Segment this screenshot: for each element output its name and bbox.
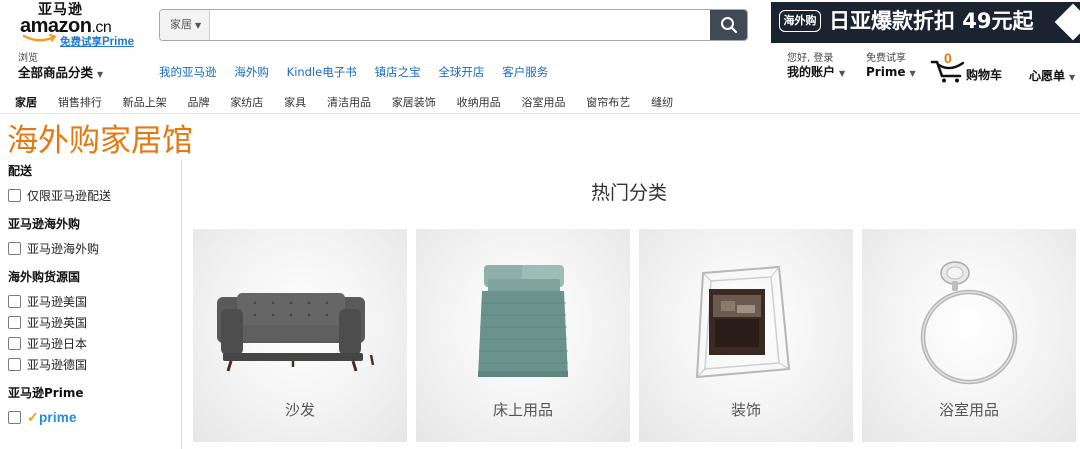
subnav-item-textiles[interactable]: 家纺店 — [230, 96, 263, 109]
promo-arrow-icon — [1054, 3, 1080, 41]
prime-menu[interactable]: 免费试享 Prime ▼ — [866, 53, 916, 81]
account-label: 我的账户 — [787, 65, 836, 79]
nav-link-kindle[interactable]: Kindle电子书 — [287, 65, 357, 79]
wishlist-label: 心愿单 — [1029, 69, 1066, 83]
promo-badge: 海外购 — [779, 10, 821, 32]
category-subnav: 家居 销售排行 新品上架 品牌 家纺店 家具 清洁用品 家居装饰 收纳用品 浴室… — [0, 86, 1080, 114]
checkbox[interactable] — [8, 189, 21, 202]
filter-option-prime[interactable]: ✓prime — [8, 407, 180, 428]
browse-all-categories[interactable]: 浏览 全部商品分类 ▼ — [18, 53, 103, 83]
checkbox[interactable] — [8, 295, 21, 308]
search-bar: 家居 ▼ — [159, 9, 748, 41]
sidebar-divider — [181, 160, 182, 449]
search-button[interactable] — [710, 10, 747, 40]
filter-heading: 海外购货源国 — [8, 270, 81, 284]
subnav-item-sewing[interactable]: 缝纫 — [651, 96, 673, 109]
filter-option-amazon-de[interactable]: 亚马逊德国 — [8, 354, 180, 375]
filter-option-global-store[interactable]: 亚马逊海外购 — [8, 238, 180, 259]
caret-down-icon: ▼ — [839, 69, 846, 78]
subnav-item-bestsellers[interactable]: 销售排行 — [58, 96, 102, 109]
subnav-item-cleaning[interactable]: 清洁用品 — [327, 96, 371, 109]
category-card-bathroom[interactable]: 浴室用品 — [862, 229, 1076, 442]
filter-heading: 亚马逊Prime — [8, 386, 84, 400]
nav-link-global-selling[interactable]: 全球开店 — [438, 65, 484, 79]
checkbox[interactable] — [8, 358, 21, 371]
filter-option-amazon-uk[interactable]: 亚马逊英国 — [8, 312, 180, 333]
prime-trial-link[interactable]: 免费试享Prime — [60, 34, 134, 49]
subnav-item-furniture[interactable]: 家具 — [284, 96, 306, 109]
filter-heading: 配送 — [8, 164, 33, 178]
nav-link-customer-service[interactable]: 客户服务 — [502, 65, 548, 79]
nav-link-my-amazon[interactable]: 我的亚马逊 — [159, 65, 217, 79]
caret-down-icon: ▼ — [97, 70, 104, 79]
subnav-item-home[interactable]: 家居 — [15, 96, 37, 109]
sofa-image — [217, 293, 375, 372]
search-category-dropdown[interactable]: 家居 ▼ — [160, 10, 210, 40]
towel-ring-image — [920, 261, 1018, 385]
filter-group-global-store: 亚马逊海外购 亚马逊海外购 — [8, 216, 180, 259]
filter-option-amazon-jp[interactable]: 亚马逊日本 — [8, 333, 180, 354]
cart-button[interactable]: 0 购物车 — [930, 50, 1010, 83]
checkbox[interactable] — [8, 316, 21, 329]
filter-option-amazon-us[interactable]: 亚马逊美国 — [8, 291, 180, 312]
hot-categories-title: 热门分类 — [591, 182, 668, 204]
amazon-logo[interactable]: 亚马逊 amazon.cn 免费试享Prime — [20, 2, 140, 49]
filter-sidebar: 配送 仅限亚马逊配送 亚马逊海外购 亚马逊海外购 海外购货源国 亚马逊美国 亚马… — [8, 160, 182, 449]
category-label: 床上用品 — [492, 401, 553, 419]
caret-down-icon: ▼ — [195, 21, 202, 30]
subnav-item-storage[interactable]: 收纳用品 — [457, 96, 501, 109]
cart-label: 购物车 — [966, 68, 1003, 82]
filter-group-source-country: 海外购货源国 亚马逊美国 亚马逊英国 亚马逊日本 亚马逊德国 — [8, 269, 180, 375]
subnav-item-bathroom[interactable]: 浴室用品 — [521, 96, 565, 109]
promo-text: 日亚爆款折扣 49元起 — [829, 9, 1034, 33]
category-label: 浴室用品 — [938, 401, 999, 419]
filter-group-shipping: 配送 仅限亚马逊配送 — [8, 163, 180, 206]
category-card-bedding[interactable]: 床上用品 — [416, 229, 630, 442]
checkbox[interactable] — [8, 337, 21, 350]
nav-link-global[interactable]: 海外购 — [234, 65, 269, 79]
subnav-item-new-arrivals[interactable]: 新品上架 — [123, 96, 167, 109]
search-input[interactable] — [211, 10, 711, 40]
checkbox[interactable] — [8, 411, 21, 424]
prime-logo-icon: ✓prime — [27, 409, 77, 425]
cart-count: 0 — [944, 50, 952, 66]
filter-group-prime: 亚马逊Prime ✓prime — [8, 385, 180, 428]
category-label: 沙发 — [284, 401, 315, 419]
subnav-item-curtains[interactable]: 窗帘布艺 — [586, 96, 630, 109]
wishlist-menu[interactable]: 心愿单 ▼ — [1029, 67, 1075, 84]
browse-small-label: 浏览 — [18, 53, 38, 64]
main-nav: 浏览 全部商品分类 ▼ 我的亚马逊 海外购 Kindle电子书 镇店之宝 全球开店… — [0, 50, 1080, 86]
promo-banner[interactable]: 海外购 日亚爆款折扣 49元起 — [771, 2, 1080, 43]
category-label: 装饰 — [730, 401, 761, 419]
nav-links: 我的亚马逊 海外购 Kindle电子书 镇店之宝 全球开店 客户服务 — [159, 64, 562, 80]
smile-arrow-icon — [22, 34, 57, 42]
checkbox[interactable] — [8, 242, 21, 255]
photo-frame-image — [695, 265, 791, 379]
search-category-label: 家居 — [170, 18, 192, 31]
caret-down-icon: ▼ — [909, 69, 916, 78]
category-card-sofa[interactable]: 沙发 — [193, 229, 407, 442]
nav-link-deals[interactable]: 镇店之宝 — [375, 65, 421, 79]
account-menu[interactable]: 您好, 登录 我的账户 ▼ — [787, 53, 845, 81]
page-title: 海外购家居馆 — [7, 123, 193, 159]
filter-heading: 亚马逊海外购 — [8, 217, 81, 231]
search-icon — [720, 17, 737, 34]
bedding-image — [478, 265, 568, 377]
filter-option-fulfilled-by-amazon[interactable]: 仅限亚马逊配送 — [8, 185, 180, 206]
subnav-item-decor[interactable]: 家居装饰 — [392, 96, 436, 109]
caret-down-icon: ▼ — [1069, 73, 1076, 82]
category-card-decor[interactable]: 装饰 — [639, 229, 853, 442]
top-header: 亚马逊 amazon.cn 免费试享Prime 家居 ▼ 海外购 日亚爆款折扣 4… — [0, 0, 1080, 50]
prime-label: Prime — [866, 65, 906, 79]
account-greeting: 您好, 登录 — [787, 53, 834, 64]
browse-big-label: 全部商品分类 — [18, 65, 94, 80]
subnav-item-brands[interactable]: 品牌 — [187, 96, 209, 109]
prime-trial-small: 免费试享 — [866, 53, 906, 64]
